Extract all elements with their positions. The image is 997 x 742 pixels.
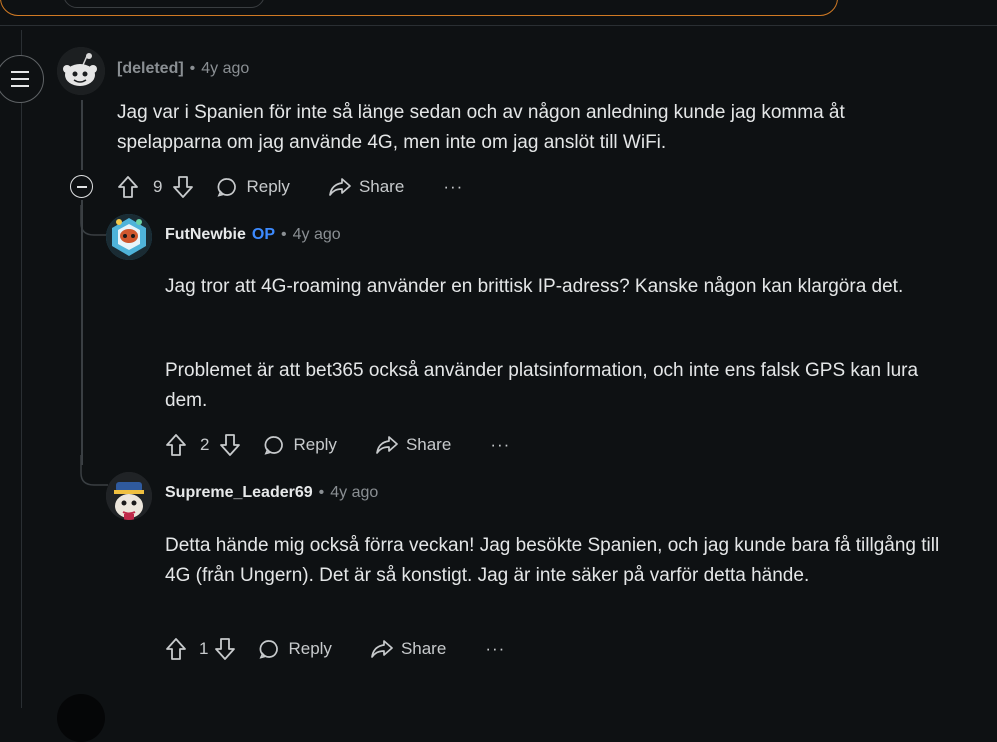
avatar[interactable] bbox=[57, 47, 105, 95]
downvote-icon[interactable] bbox=[214, 637, 236, 661]
comment-body: Jag var i Spanien för inte så länge seda… bbox=[117, 102, 845, 153]
avatar[interactable] bbox=[106, 472, 152, 520]
reply-button[interactable]: Reply bbox=[258, 638, 332, 660]
divider bbox=[0, 25, 997, 26]
snoo-avatar-icon bbox=[106, 472, 152, 520]
reply-label: Reply bbox=[246, 177, 290, 196]
comment-actions: 2 Reply Share ··· bbox=[165, 430, 510, 460]
username[interactable]: FutNewbie bbox=[165, 226, 246, 244]
avatar[interactable] bbox=[57, 694, 105, 742]
share-label: Share bbox=[400, 639, 447, 658]
upvote-icon[interactable] bbox=[117, 175, 139, 199]
share-label: Share bbox=[405, 435, 452, 454]
username[interactable]: Supreme_Leader69 bbox=[165, 484, 313, 502]
comment-header: FutNewbie OP • 4y ago bbox=[165, 226, 341, 244]
vote-count: 2 bbox=[200, 435, 210, 454]
reply-icon bbox=[259, 640, 279, 659]
reply-label: Reply bbox=[293, 435, 337, 454]
collapse-icon bbox=[76, 185, 87, 188]
vote-count: 1 bbox=[199, 639, 209, 658]
more-options-button[interactable]: ··· bbox=[490, 435, 510, 455]
comment-header: Supreme_Leader69 • 4y ago bbox=[165, 484, 378, 502]
share-button[interactable]: Share bbox=[375, 434, 451, 456]
comment-body-paragraph: Problemet är att bet365 också använder p… bbox=[165, 360, 919, 411]
separator: • bbox=[281, 226, 287, 243]
timestamp[interactable]: 4y ago bbox=[293, 226, 341, 244]
upvote-icon[interactable] bbox=[165, 433, 187, 457]
reply-button[interactable]: Reply bbox=[263, 434, 337, 456]
menu-button[interactable] bbox=[0, 55, 44, 103]
share-button[interactable]: Share bbox=[328, 176, 404, 198]
reply-button[interactable]: Reply bbox=[216, 176, 290, 198]
snoo-avatar-icon bbox=[106, 214, 152, 260]
downvote-icon[interactable] bbox=[172, 175, 194, 199]
collapse-button[interactable] bbox=[70, 175, 93, 198]
share-button[interactable]: Share bbox=[370, 638, 446, 660]
downvote-icon[interactable] bbox=[219, 433, 241, 457]
reply-icon bbox=[217, 178, 237, 197]
separator: • bbox=[189, 60, 196, 77]
timestamp[interactable]: 4y ago bbox=[201, 60, 249, 78]
share-label: Share bbox=[358, 177, 405, 196]
thread-line bbox=[81, 100, 83, 170]
thread-line-root bbox=[21, 30, 22, 708]
vote-count: 9 bbox=[153, 177, 163, 196]
comment-body: Detta hände mig också förra veckan! Jag … bbox=[165, 535, 940, 586]
more-options-button[interactable]: ··· bbox=[443, 177, 463, 197]
separator: • bbox=[318, 484, 325, 501]
timestamp[interactable]: 4y ago bbox=[330, 484, 378, 502]
reply-label: Reply bbox=[288, 639, 332, 658]
share-icon bbox=[329, 178, 351, 196]
upvote-icon[interactable] bbox=[165, 637, 187, 661]
comment-actions: 9 Reply Share ··· bbox=[117, 172, 463, 202]
comment-header: [deleted] • 4y ago bbox=[117, 60, 249, 78]
share-icon bbox=[376, 436, 398, 454]
op-badge: OP bbox=[251, 226, 276, 243]
share-icon bbox=[371, 640, 393, 658]
reply-icon bbox=[264, 436, 284, 455]
snoo-avatar-icon bbox=[57, 47, 105, 95]
menu-icon bbox=[11, 69, 29, 90]
comment-actions: 1 Reply Share ··· bbox=[165, 634, 505, 664]
thread-curve bbox=[80, 455, 108, 486]
username[interactable]: [deleted] bbox=[117, 60, 184, 78]
avatar[interactable] bbox=[106, 214, 152, 260]
composer-inner-field[interactable] bbox=[63, 0, 265, 8]
comment-body-paragraph: Jag tror att 4G-roaming använder en brit… bbox=[165, 276, 904, 297]
more-options-button[interactable]: ··· bbox=[485, 639, 505, 659]
